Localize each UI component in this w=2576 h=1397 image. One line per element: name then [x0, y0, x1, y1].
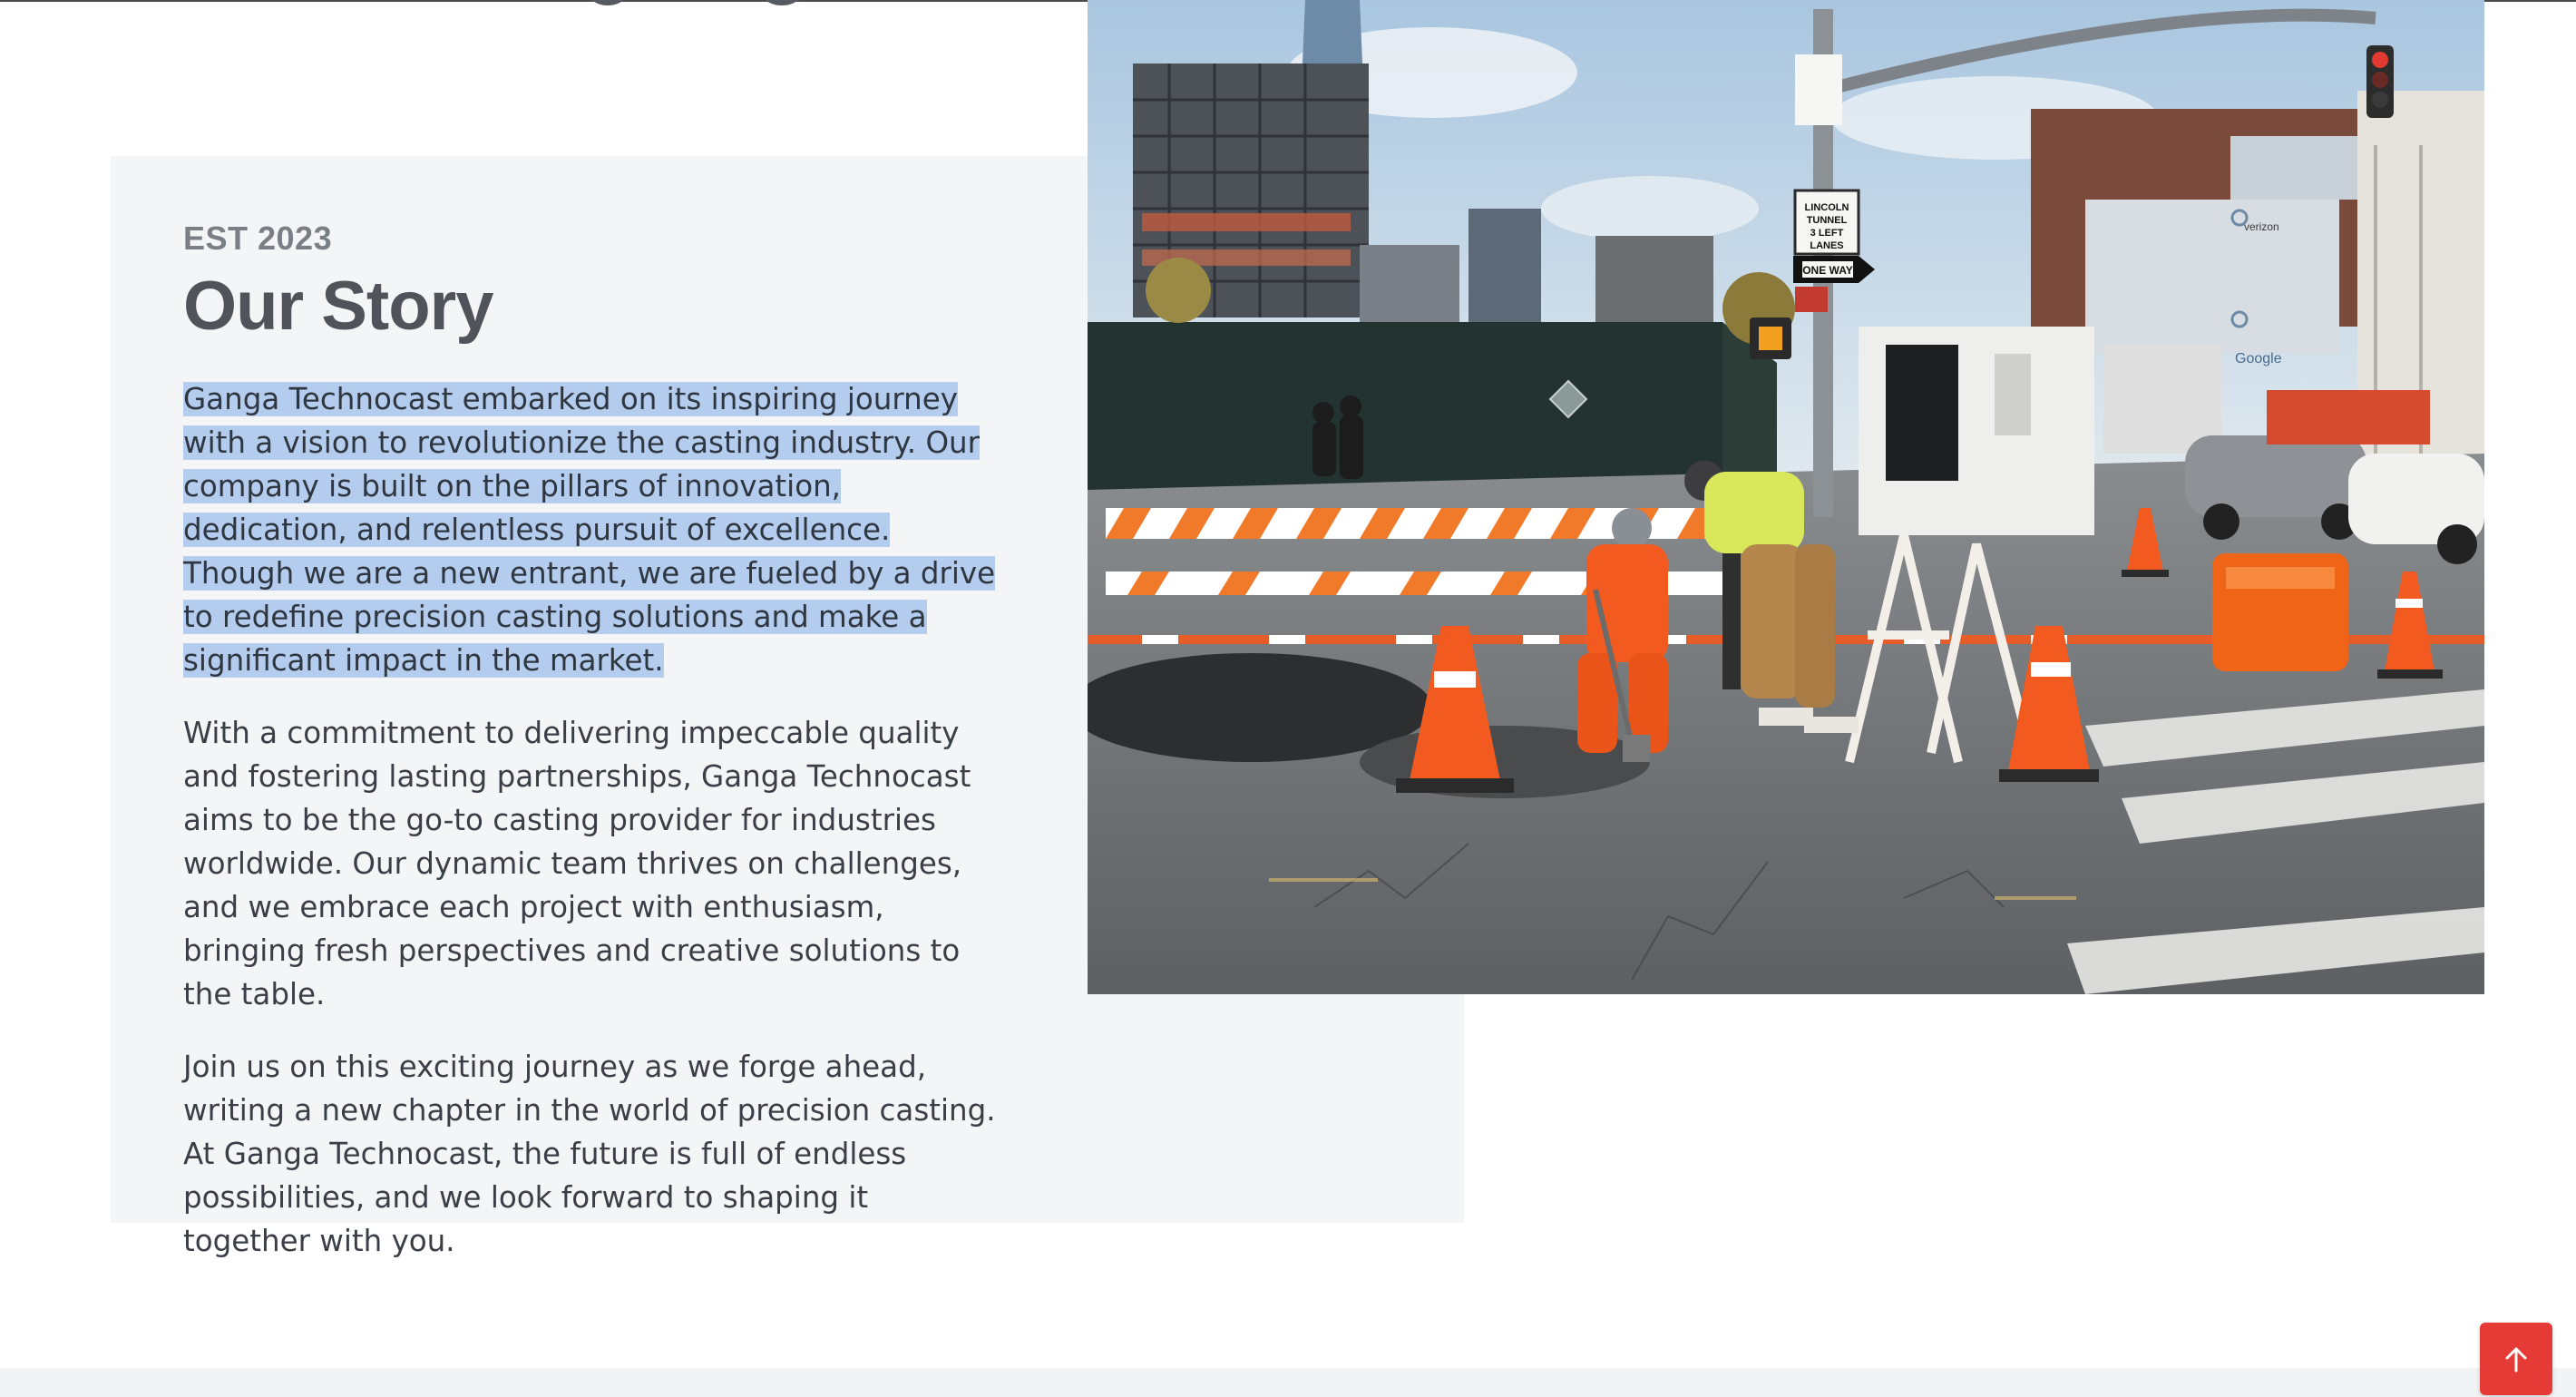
svg-text:LANES: LANES	[1810, 240, 1843, 251]
story-eyebrow: EST 2023	[183, 220, 333, 257]
scrolled-heading-fragment	[562, 0, 834, 11]
story-title: Our Story	[183, 268, 494, 345]
page: EST 2023 Our Story Ganga Technocast emba…	[0, 0, 2576, 1397]
selected-text[interactable]: Ganga Technocast embarked on its inspiri…	[183, 382, 996, 678]
heading-glyph-fragment	[753, 0, 811, 5]
story-paragraph-3: Join us on this exciting journey as we f…	[183, 1050, 996, 1258]
arrow-up-icon	[2505, 1347, 2527, 1373]
svg-text:TUNNEL: TUNNEL	[1807, 215, 1848, 226]
back-to-top-button[interactable]	[2480, 1323, 2552, 1395]
svg-text:Google: Google	[2235, 351, 2282, 366]
svg-text:LINCOLN: LINCOLN	[1805, 202, 1849, 213]
svg-text:verizon: verizon	[2244, 220, 2279, 233]
footer-band	[0, 1368, 2576, 1397]
story-paragraph-2: With a commitment to delivering impeccab…	[183, 716, 971, 1011]
story-paragraph-1[interactable]: Ganga Technocast embarked on its inspiri…	[183, 377, 1000, 682]
heading-glyph-fragment	[581, 0, 635, 5]
construction-photo: LINCOLN TUNNEL 3 LEFT LANES ONE WAY Goog…	[1088, 0, 2484, 994]
svg-text:ONE WAY: ONE WAY	[1802, 264, 1853, 277]
svg-text:3 LEFT: 3 LEFT	[1810, 228, 1844, 239]
our-story-content: EST 2023 Our Story Ganga Technocast emba…	[183, 220, 1000, 1292]
